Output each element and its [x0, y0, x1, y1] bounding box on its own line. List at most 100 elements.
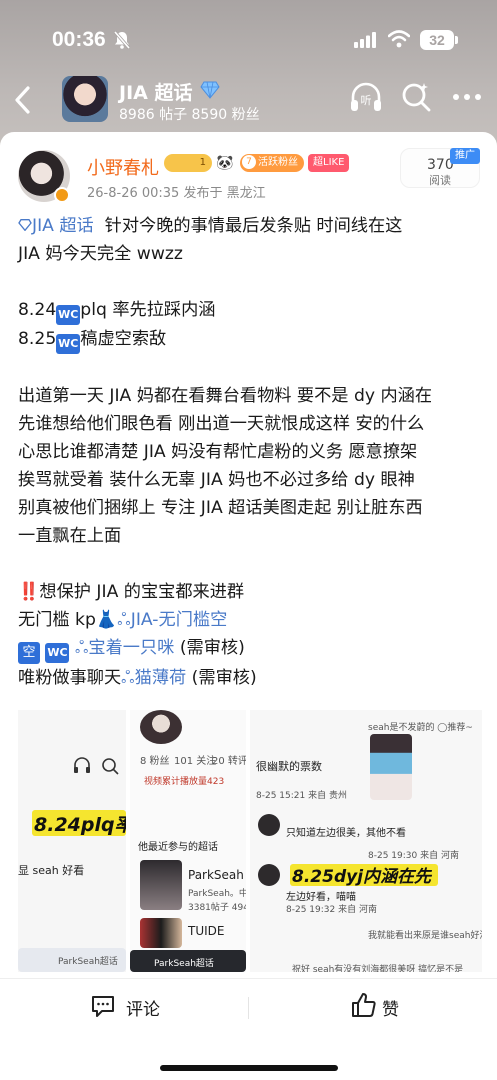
like-label: 赞	[382, 1000, 399, 1020]
headphone-icon	[74, 757, 90, 773]
image-footer-text: ParkSeah超话	[58, 957, 118, 967]
post-paragraph-line: 一直飘在上面	[18, 526, 122, 546]
topic-num-1: 3381帖子 4948	[188, 903, 246, 913]
topic-title-2: TUIDE	[188, 924, 225, 938]
group-link-3[interactable]: ஃ猫薄荷	[121, 668, 186, 688]
group-stats: 8986 帖子 8590 粉丝	[119, 107, 260, 123]
dress-icon: 👗	[95, 610, 118, 630]
wifi-icon	[388, 30, 410, 48]
bell-muted-icon	[113, 30, 131, 50]
post-line: JIA 妈今天完全 wwzz	[18, 244, 183, 264]
image-highlight-text: 8.24plq率先拉踩	[34, 814, 126, 836]
image-comment-1: 只知道左边很美，其他不看	[286, 828, 406, 839]
comment-label: 评论	[126, 1000, 160, 1020]
author-name[interactable]: 小野春札	[87, 154, 159, 180]
signal-icon	[354, 32, 376, 48]
like-button[interactable]: 赞	[350, 991, 410, 1023]
commenter-avatar	[258, 864, 280, 886]
timeline-item: 8.24 WC plq 率先拉踩内涵	[18, 296, 484, 325]
kong-icon: 空	[18, 642, 40, 664]
banner-text: 视频累计播放量423	[144, 777, 225, 787]
nav-bar: JIA 超话 8986 帖子 8590 粉丝 听	[0, 70, 497, 130]
comment-button[interactable]: 评论	[90, 991, 180, 1023]
image-votes-text: 很幽默的票数	[256, 760, 322, 773]
topic-sub-1: ParkSeah。中文	[188, 889, 246, 899]
search-icon[interactable]	[400, 81, 432, 113]
thumbs-up-icon	[352, 993, 376, 1017]
group-avatar[interactable]	[62, 76, 108, 122]
group-line: 空 WC ஃ宝着一只咪 (需审核)	[18, 634, 484, 664]
image-comment-4: 祝好 seah有没有刘海都很美呀 搞忆是不是	[292, 965, 464, 972]
read-label: 阅读	[429, 174, 451, 187]
post-image-2[interactable]: 8 粉丝 101 关注 20 转评赞 视频累计播放量423 他最近参与的超话 P…	[130, 710, 246, 972]
group-link-1[interactable]: ஃJIA-无门槛空	[117, 610, 227, 630]
section-title: 他最近参与的超话	[138, 842, 218, 853]
svg-text:听: 听	[361, 94, 372, 107]
image-comment-text: 显 seah 好看	[18, 864, 85, 877]
status-bar: 00:36 32	[0, 0, 497, 70]
wc-icon: WC	[56, 305, 81, 325]
topic-title-1: ParkSeah	[188, 868, 244, 882]
post-paragraph-line: 先谁想给他们眼色看 刚出道一天就恨成这样 安的什么	[18, 414, 425, 434]
divider	[248, 997, 249, 1019]
post-image-3[interactable]: seah是不发蔚的 ◯推荐~ 很幽默的票数 8-25 15:21 来自 贵州 只…	[250, 710, 482, 972]
post-paragraph-line: 出道第一天 JIA 妈都在看舞台看物料 要不是 dy 内涵在	[18, 386, 433, 406]
group-line: 唯粉做事聊天ஃ猫薄荷 (需审核)	[18, 668, 257, 688]
post-meta: 26-8-26 00:35 发布于 黑龙江	[87, 186, 266, 201]
status-time: 00:36	[52, 28, 106, 51]
group-intro: ‼️想保护 JIA 的宝宝都来进群	[18, 582, 245, 602]
active-fan-badge: 活跃粉丝	[240, 154, 304, 172]
author-badges: 1 🐼 活跃粉丝 超LIKE	[164, 154, 350, 172]
image-comment-3: 我就能看出来原是谁seah好漂亮状态好	[368, 931, 482, 941]
wc-icon: WC	[45, 643, 70, 663]
more-icon[interactable]	[452, 93, 482, 101]
group-line: 无门槛 kp👗ஃJIA-无门槛空	[18, 610, 228, 630]
wc-icon: WC	[56, 334, 81, 354]
battery-indicator: 32	[420, 30, 454, 50]
double-exclamation-icon: ‼️	[18, 582, 40, 602]
timeline-item: 8.25 WC 稿虚空索敌	[18, 325, 484, 354]
bottom-action-bar: 评论 赞	[0, 978, 497, 1080]
group-title[interactable]: JIA 超话	[119, 78, 192, 105]
image-user-line: seah是不发蔚的 ◯推荐~	[368, 723, 473, 733]
group-link-2[interactable]: ஃ宝着一只咪	[75, 638, 174, 658]
group-icon: ஃ	[121, 668, 135, 688]
group-icon: ஃ	[117, 610, 131, 630]
panda-icon: 🐼	[216, 155, 234, 171]
image-highlight-text: 8.25dyj内涵在先	[292, 867, 432, 887]
back-icon[interactable]	[12, 85, 34, 115]
post-image-1[interactable]: 8.24plq率先拉踩 显 seah 好看 ParkSeah超话	[18, 710, 126, 972]
post-line: JIA 超话 针对今晚的事情最后发条贴 时间线在这	[18, 212, 484, 240]
topic-thumb-2	[140, 918, 182, 948]
post-paragraph-line: 别真被他们捆绑上 专注 JIA 超话美图走起 别让脏东西	[18, 498, 423, 518]
stat-follow: 101 关注	[174, 756, 217, 767]
comment-icon	[92, 996, 114, 1017]
diamond-icon	[200, 81, 220, 99]
stat-repost: 20 转评赞	[212, 756, 246, 767]
image-time-2: 8-25 19:30 来自 河南	[368, 851, 459, 861]
post-line-text: 针对今晚的事情最后发条贴 时间线在这	[104, 216, 403, 236]
search-icon	[102, 758, 119, 775]
profile-photo	[140, 710, 182, 744]
battery-tip	[455, 36, 458, 44]
post-paragraph-line: 心思比谁都清楚 JIA 妈没有帮忙虐粉的义务 愿意撩架	[18, 442, 418, 462]
image-time-1: 8-25 15:21 来自 贵州	[256, 791, 347, 801]
super-like-badge: 超LIKE	[308, 154, 350, 172]
verified-badge	[54, 187, 70, 203]
image-footer-text: ParkSeah超话	[154, 959, 214, 969]
image-comment-2: 左边好看，喵喵	[286, 892, 356, 903]
post-body: JIA 超话 针对今晚的事情最后发条贴 时间线在这 JIA 妈今天完全 wwzz…	[18, 212, 484, 692]
stat-fans: 8 粉丝	[140, 756, 170, 767]
post-card: 小野春札 1 🐼 活跃粉丝 超LIKE 26-8-26 00:35 发布于 黑龙…	[0, 132, 497, 1080]
topic-link[interactable]: JIA 超话	[18, 216, 94, 236]
commenter-avatar	[258, 814, 280, 836]
home-indicator	[160, 1065, 338, 1071]
image-photo	[370, 734, 412, 800]
promo-tag[interactable]: 推广	[450, 148, 480, 164]
topic-thumb-1	[140, 860, 182, 910]
group-icon: ஃ	[74, 638, 89, 658]
headphone-icon[interactable]: 听	[348, 80, 384, 116]
level-badge: 1	[164, 154, 212, 172]
image-time-3: 8-25 19:32 来自 河南	[286, 905, 377, 915]
post-paragraph-line: 挨骂就受着 装什么无辜 JIA 妈也不必过多给 dy 眼神	[18, 470, 415, 490]
